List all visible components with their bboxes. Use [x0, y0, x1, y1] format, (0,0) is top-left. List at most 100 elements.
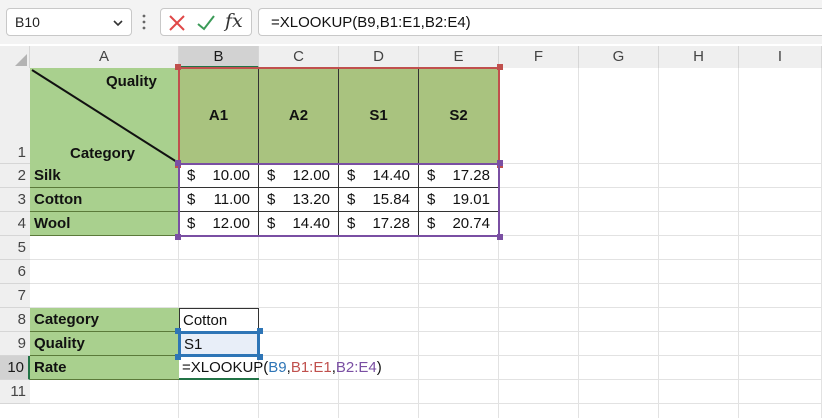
cancel-icon[interactable]: [167, 13, 187, 33]
gridline-horizontal: [30, 283, 822, 284]
price-cell[interactable]: $12.00: [179, 212, 259, 236]
range-handle[interactable]: [257, 328, 263, 334]
gridline-vertical: [658, 68, 659, 418]
price-value: 10.00: [212, 167, 250, 184]
price-value: 17.28: [372, 215, 410, 232]
formula-ref-b9: B9: [268, 359, 287, 376]
column-header-b[interactable]: B: [179, 46, 259, 68]
quality-header-a2[interactable]: A2: [259, 68, 339, 164]
range-handle[interactable]: [175, 354, 181, 360]
label-category[interactable]: Category: [30, 308, 179, 332]
quality-label: S1: [369, 107, 388, 124]
currency-symbol: $: [187, 215, 196, 232]
currency-symbol: $: [427, 167, 436, 184]
price-value: 13.20: [292, 191, 330, 208]
formula-ref-b1-e1: B1:E1: [290, 359, 332, 376]
quality-header-a1[interactable]: A1: [179, 68, 259, 164]
row-header-4[interactable]: 4: [0, 212, 30, 236]
price-value: 20.74: [452, 215, 490, 232]
quality-header-s1[interactable]: S1: [339, 68, 419, 164]
category-wool[interactable]: Wool: [30, 212, 179, 236]
row-header-9[interactable]: 9: [0, 332, 30, 356]
column-header-a[interactable]: A: [30, 46, 179, 68]
formula-ref-b2-e4: B2:E4: [335, 359, 377, 376]
spreadsheet-grid: A B C D E F G H I 1 2 3 4 5 6 7 8 9 10 11 Quality Category A1 A…: [0, 44, 822, 418]
quality-label: A1: [208, 107, 229, 124]
price-value: 19.01: [452, 191, 490, 208]
column-header-g[interactable]: G: [579, 46, 659, 68]
currency-symbol: $: [267, 191, 276, 208]
row-header-7[interactable]: 7: [0, 284, 30, 308]
row-header-1[interactable]: 1: [0, 68, 30, 164]
quality-header-s2[interactable]: S2: [419, 68, 499, 164]
column-header-f[interactable]: F: [499, 46, 579, 68]
range-handle[interactable]: [175, 160, 181, 166]
row-header-2[interactable]: 2: [0, 164, 30, 188]
currency-symbol: $: [267, 215, 276, 232]
currency-symbol: $: [427, 191, 436, 208]
price-cell[interactable]: $11.00: [179, 188, 259, 212]
row-header-8[interactable]: 8: [0, 308, 30, 332]
column-header-c[interactable]: C: [259, 46, 339, 68]
category-label: Silk: [34, 167, 61, 184]
price-cell[interactable]: $17.28: [339, 212, 419, 236]
price-cell[interactable]: $19.01: [419, 188, 499, 212]
formula-prefix: =XLOOKUP(: [182, 359, 269, 376]
range-handle[interactable]: [175, 64, 181, 70]
column-header-h[interactable]: H: [659, 46, 739, 68]
price-cell[interactable]: $14.40: [339, 164, 419, 188]
column-header-i[interactable]: I: [739, 46, 822, 68]
range-handle[interactable]: [175, 328, 181, 334]
input-category[interactable]: Cotton: [179, 308, 259, 332]
currency-symbol: $: [347, 167, 356, 184]
category-silk[interactable]: Silk: [30, 164, 179, 188]
price-cell[interactable]: $10.00: [179, 164, 259, 188]
label-quality[interactable]: Quality: [30, 332, 179, 356]
price-cell[interactable]: $17.28: [419, 164, 499, 188]
input-quality[interactable]: S1: [179, 332, 259, 356]
price-cell[interactable]: $15.84: [339, 188, 419, 212]
range-handle[interactable]: [497, 160, 503, 166]
active-cell-b10[interactable]: =XLOOKUP(B9,B1:E1,B2:E4): [179, 356, 419, 380]
header-quality: Quality: [106, 73, 157, 90]
range-handle[interactable]: [175, 234, 181, 240]
price-cell[interactable]: $14.40: [259, 212, 339, 236]
formula-input[interactable]: =XLOOKUP(B9,B1:E1,B2:E4): [258, 8, 822, 36]
range-handle[interactable]: [497, 234, 503, 240]
select-all-corner[interactable]: [0, 46, 30, 68]
lookup-quality-label: Quality: [34, 335, 85, 352]
quality-label: S2: [449, 107, 468, 124]
price-value: 12.00: [212, 215, 250, 232]
formula-toolbar: B10 fx =XLOOKUP(B9,B1:E1,B2:E4): [0, 0, 822, 44]
currency-symbol: $: [347, 191, 356, 208]
row-header-11[interactable]: 11: [0, 380, 30, 404]
row-header-6[interactable]: 6: [0, 260, 30, 284]
more-options-icon[interactable]: [141, 12, 147, 32]
lookup-category-value: Cotton: [183, 312, 228, 329]
category-label: Cotton: [34, 191, 83, 208]
row-header-10[interactable]: 10: [0, 356, 30, 380]
formula-actions: fx: [160, 8, 252, 36]
price-cell[interactable]: $20.74: [419, 212, 499, 236]
price-cell[interactable]: $12.00: [259, 164, 339, 188]
insert-function-icon[interactable]: fx: [225, 10, 243, 32]
category-cotton[interactable]: Cotton: [30, 188, 179, 212]
lookup-rate-label: Rate: [34, 359, 67, 376]
chevron-down-icon[interactable]: [111, 16, 125, 30]
header-category: Category: [70, 145, 136, 162]
enter-check-icon[interactable]: [196, 13, 216, 33]
row-header-5[interactable]: 5: [0, 236, 30, 260]
category-label: Wool: [34, 215, 71, 232]
range-handle[interactable]: [497, 64, 503, 70]
price-cell[interactable]: $13.20: [259, 188, 339, 212]
cell-a1-header[interactable]: Quality Category: [30, 68, 179, 164]
name-box[interactable]: B10: [6, 8, 132, 36]
row-header-3[interactable]: 3: [0, 188, 30, 212]
formula-text: =XLOOKUP(B9,B1:E1,B2:E4): [271, 14, 471, 31]
label-rate[interactable]: Rate: [30, 356, 179, 380]
column-header-d[interactable]: D: [339, 46, 419, 68]
name-box-value: B10: [15, 14, 40, 30]
column-header-e[interactable]: E: [419, 46, 499, 68]
price-value: 15.84: [372, 191, 410, 208]
range-handle[interactable]: [257, 354, 263, 360]
